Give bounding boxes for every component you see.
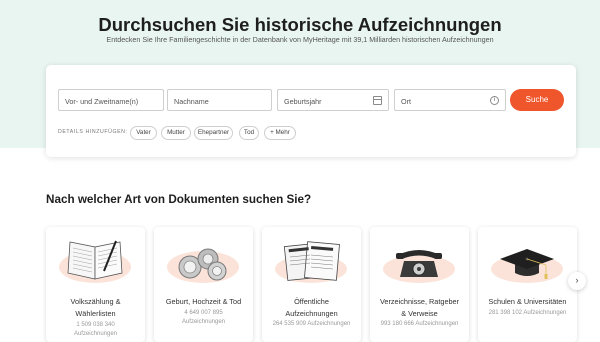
telephone-icon bbox=[383, 250, 455, 283]
card-title: Schulen & Universitäten bbox=[488, 297, 567, 306]
card-count: 993 180 666 Aufzeichnungen bbox=[380, 321, 459, 327]
birth-year-field[interactable]: Geburtsjahr bbox=[277, 89, 389, 111]
add-spouse-chip[interactable]: Ehepartner bbox=[194, 126, 233, 140]
first-name-field[interactable]: Vor- und Zweitname(n) bbox=[58, 89, 164, 111]
add-details-label: DETAILS HINZUFÜGEN: bbox=[58, 129, 128, 135]
add-father-chip[interactable]: Vater bbox=[130, 126, 157, 140]
graduation-cap-icon bbox=[491, 249, 563, 283]
card-count: 4 649 007 895 Aufzeichnungen bbox=[181, 310, 226, 325]
card-count: 1 509 038 340 Aufzeichnungen bbox=[73, 322, 118, 337]
add-death-chip[interactable]: Tod bbox=[239, 126, 259, 140]
category-card-public-records[interactable]: Öffentliche Aufzeichnungen 264 535 909 A… bbox=[262, 227, 361, 342]
place-field[interactable]: Ort i bbox=[394, 89, 506, 111]
last-name-placeholder: Nachname bbox=[174, 97, 209, 106]
search-form: Vor- und Zweitname(n) Nachname Geburtsja… bbox=[46, 65, 576, 157]
card-title: Geburt, Hochzeit & Tod bbox=[165, 297, 242, 306]
card-title: Verzeichnisse, Ratgeber & Verweise bbox=[379, 297, 460, 318]
carousel-next-button[interactable]: › bbox=[568, 272, 586, 290]
newspaper-icon bbox=[275, 241, 347, 283]
birth-year-placeholder: Geburtsjahr bbox=[284, 97, 322, 106]
last-name-field[interactable]: Nachname bbox=[167, 89, 272, 111]
info-icon[interactable]: i bbox=[490, 96, 499, 105]
page-subtitle: Entdecken Sie Ihre Familiengeschichte in… bbox=[106, 35, 494, 44]
card-count: 281 398 102 Aufzeichnungen bbox=[488, 310, 567, 316]
add-mother-chip[interactable]: Mutter bbox=[161, 126, 191, 140]
card-title: Volkszählung & Wählerlisten bbox=[70, 297, 121, 318]
calendar-icon[interactable] bbox=[373, 96, 382, 105]
first-name-placeholder: Vor- und Zweitname(n) bbox=[65, 97, 139, 106]
chevron-right-icon: › bbox=[575, 275, 579, 285]
place-placeholder: Ort bbox=[401, 97, 411, 106]
categories-heading: Nach welcher Art von Dokumenten suchen S… bbox=[46, 193, 312, 206]
category-card-directories[interactable]: Verzeichnisse, Ratgeber & Verweise 993 1… bbox=[370, 227, 469, 342]
search-button[interactable]: Suche bbox=[510, 89, 564, 111]
card-title: Öffentliche Aufzeichnungen bbox=[285, 297, 338, 318]
census-book-icon bbox=[59, 240, 131, 283]
category-card-schools[interactable]: Schulen & Universitäten 281 398 102 Aufz… bbox=[478, 227, 577, 342]
wedding-rings-icon bbox=[167, 248, 239, 283]
add-more-chip[interactable]: + Mehr bbox=[264, 126, 296, 140]
category-card-census[interactable]: Volkszählung & Wählerlisten 1 509 038 34… bbox=[46, 227, 145, 342]
card-count: 264 535 909 Aufzeichnungen bbox=[272, 321, 351, 327]
page-title: Durchsuchen Sie historische Aufzeichnung… bbox=[98, 14, 502, 35]
category-card-birth-marriage-death[interactable]: Geburt, Hochzeit & Tod 4 649 007 895 Auf… bbox=[154, 227, 253, 342]
